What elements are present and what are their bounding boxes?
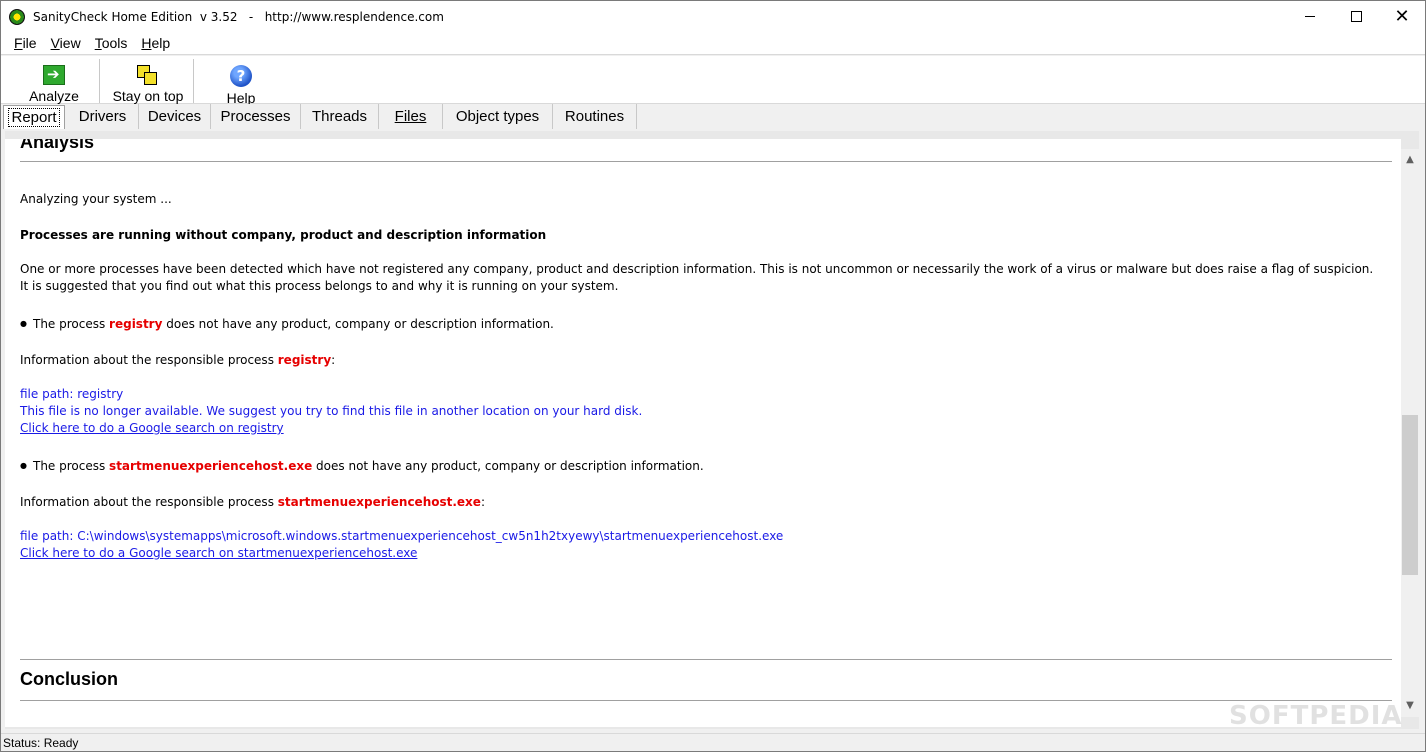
bullet-icon: ● <box>20 319 27 328</box>
process-info-line: Information about the responsible proces… <box>20 352 335 369</box>
report-view[interactable]: Analysis Analyzing your system ... Proce… <box>5 139 1401 727</box>
window-title: SanityCheck Home Edition v 3.52 - http:/… <box>33 9 444 24</box>
tab-devices[interactable]: Devices <box>139 104 211 129</box>
process-bullet: ● The process startmenuexperiencehost.exe… <box>20 457 704 475</box>
info-suffix: : <box>480 495 485 509</box>
toolbar: Analyze Stay on top ? Help <box>1 56 1425 106</box>
menu-tools-label: ools <box>101 35 128 51</box>
process-name: startmenuexperiencehost.exe <box>109 459 313 473</box>
help-question-icon: ? <box>230 65 252 87</box>
tab-drivers-label: Drivers <box>78 108 127 125</box>
tab-devices-label: Devices <box>147 108 202 125</box>
menu-bar: File View Tools Help <box>1 32 1425 55</box>
toolbar-separator <box>99 59 100 103</box>
tab-processes[interactable]: Processes <box>211 104 301 129</box>
scroll-thumb[interactable] <box>1402 415 1418 575</box>
tab-threads[interactable]: Threads <box>301 104 379 129</box>
process-name: startmenuexperiencehost.exe <box>277 495 481 509</box>
process-bullet: ● The process registry does not have any … <box>20 315 554 333</box>
menu-help[interactable]: Help <box>134 35 177 51</box>
status-text: Status: Ready <box>3 736 79 750</box>
help-button[interactable]: ? Help <box>219 58 263 106</box>
process-suffix: does not have any product, company or de… <box>162 317 554 331</box>
status-bar: Status: Ready <box>1 733 1425 751</box>
close-button[interactable]: ✕ <box>1379 1 1425 32</box>
tab-routines[interactable]: Routines <box>553 104 637 129</box>
tab-object-types-label: Object types <box>455 108 540 125</box>
stacked-windows-icon <box>137 65 159 85</box>
file-path: file path: C:\windows\systemapps\microso… <box>20 529 784 543</box>
close-icon: ✕ <box>1394 6 1410 27</box>
tab-processes-label: Processes <box>220 108 291 125</box>
stay-on-top-label: Stay on top <box>112 88 184 104</box>
process-suffix: does not have any product, company or de… <box>312 459 704 473</box>
info-suffix: : <box>331 353 336 367</box>
google-search-link[interactable]: Click here to do a Google search on regi… <box>20 420 284 437</box>
process-prefix: The process <box>32 317 110 331</box>
menu-view[interactable]: View <box>44 35 88 51</box>
tab-files-label: Files <box>394 108 427 125</box>
maximize-button[interactable] <box>1333 1 1379 32</box>
analysis-heading: Analysis <box>20 139 95 152</box>
tab-threads-label: Threads <box>311 108 368 125</box>
analyze-button[interactable]: Analyze <box>25 58 83 104</box>
stay-on-top-button[interactable]: Stay on top <box>109 58 187 104</box>
menu-view-label: iew <box>59 35 81 51</box>
softpedia-watermark: SOFTPEDIA <box>1229 701 1403 731</box>
menu-help-hotkey: H <box>141 35 152 51</box>
minimize-button[interactable] <box>1287 1 1333 32</box>
tab-drivers[interactable]: Drivers <box>67 104 139 129</box>
menu-file[interactable]: File <box>7 35 44 51</box>
process-info-line: Information about the responsible proces… <box>20 494 485 511</box>
analyze-arrow-icon <box>43 65 65 85</box>
analyze-label: Analyze <box>29 88 79 104</box>
info-prefix: Information about the responsible proces… <box>20 353 278 367</box>
heading-divider <box>20 700 1392 701</box>
heading-divider <box>20 161 1392 162</box>
finding-description: One or more processes have been detected… <box>20 262 1374 293</box>
scroll-down-icon[interactable]: ▼ <box>1401 697 1419 714</box>
process-name: registry <box>277 353 332 367</box>
finding-title: Processes are running without company, p… <box>20 228 547 242</box>
tab-files[interactable]: Files <box>379 104 443 129</box>
menu-file-label: ile <box>22 35 37 51</box>
menu-tools[interactable]: Tools <box>88 35 135 51</box>
app-logo-icon <box>9 8 25 25</box>
menu-tools-hotkey: T <box>94 35 102 51</box>
vertical-scrollbar[interactable]: ▲ ▼ <box>1401 149 1419 717</box>
window-controls: ✕ <box>1287 1 1425 32</box>
analyzing-text: Analyzing your system ... <box>20 192 172 206</box>
scroll-up-icon[interactable]: ▲ <box>1401 151 1419 168</box>
google-search-link[interactable]: Click here to do a Google search on star… <box>20 545 417 562</box>
menu-file-hotkey: F <box>14 35 23 51</box>
toolbar-separator <box>193 59 194 103</box>
process-name: registry <box>109 317 163 331</box>
app-window: SanityCheck Home Edition v 3.52 - http:/… <box>0 0 1426 752</box>
section-divider <box>20 659 1392 660</box>
file-path: file path: registry <box>20 387 124 401</box>
process-prefix: The process <box>32 459 110 473</box>
tab-object-types[interactable]: Object types <box>443 104 553 129</box>
info-prefix: Information about the responsible proces… <box>20 495 278 509</box>
tab-report[interactable]: Report <box>3 105 65 129</box>
menu-help-label: elp <box>151 35 171 51</box>
tab-strip: Report Drivers Devices Processes Threads… <box>1 104 1425 129</box>
tab-report-label: Report <box>8 108 60 127</box>
file-unavailable-note: This file is no longer available. We sug… <box>20 404 643 418</box>
bullet-icon: ● <box>20 461 27 470</box>
menu-view-hotkey: V <box>50 35 60 51</box>
conclusion-heading: Conclusion <box>20 669 118 689</box>
tab-routines-label: Routines <box>564 108 625 125</box>
title-bar: SanityCheck Home Edition v 3.52 - http:/… <box>1 1 1425 32</box>
